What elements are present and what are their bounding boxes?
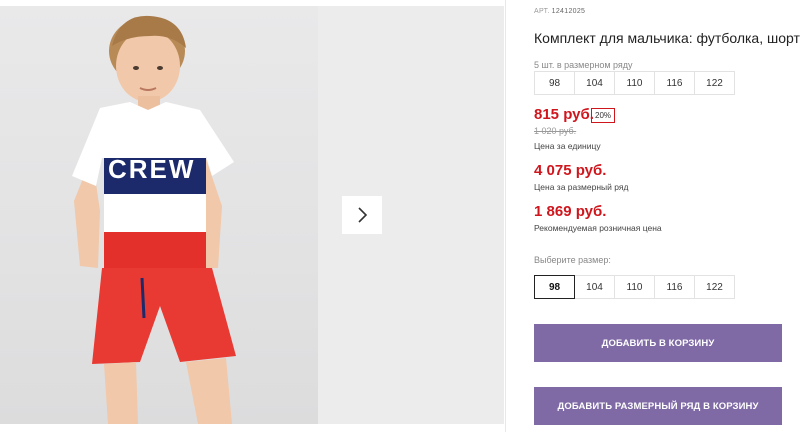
product-title: Комплект для мальчика: футболка, шорты	[534, 30, 800, 46]
divider	[505, 0, 506, 432]
size-option-98[interactable]: 98	[534, 275, 575, 299]
pack-price-caption: Цена за размерный ряд	[534, 182, 629, 192]
size-option-116[interactable]: 116	[654, 275, 695, 299]
pack-price: 4 075 руб.	[534, 162, 607, 179]
size-option-122[interactable]: 122	[694, 275, 735, 299]
retail-price: 1 869 руб.	[534, 203, 607, 220]
pack-size-cell: 110	[614, 71, 655, 95]
product-photo[interactable]: CREW	[0, 6, 318, 424]
retail-price-caption: Рекомендуемая розничная цена	[534, 223, 662, 233]
chevron-right-icon	[358, 207, 368, 223]
size-option-104[interactable]: 104	[574, 275, 615, 299]
unit-price: 815 руб.	[534, 106, 594, 123]
product-details: АРТ. 12412025 Комплект для мальчика: футб…	[534, 0, 800, 432]
pack-size-cell: 104	[574, 71, 615, 95]
pack-label: 5 шт. в размерном ряду	[534, 60, 633, 70]
old-price: 1 020 руб.	[534, 126, 577, 136]
discount-badge: 20%	[591, 108, 616, 123]
pack-size-row: 98 104 110 116 122	[534, 71, 735, 95]
sku-label: АРТ.	[534, 8, 550, 15]
add-to-cart-button[interactable]: ДОБАВИТЬ В КОРЗИНУ	[534, 324, 782, 362]
sku-number: 12412025	[551, 8, 586, 15]
shirt-print-text: CREW	[108, 154, 195, 184]
sku: АРТ. 12412025	[534, 8, 585, 15]
pack-size-cell: 122	[694, 71, 735, 95]
unit-price-caption: Цена за единицу	[534, 141, 601, 151]
add-pack-to-cart-button[interactable]: ДОБАВИТЬ РАЗМЕРНЫЙ РЯД В КОРЗИНУ	[534, 387, 782, 425]
size-option-110[interactable]: 110	[614, 275, 655, 299]
choose-size-label: Выберите размер:	[534, 255, 611, 265]
size-picker: 98 104 110 116 122	[534, 275, 735, 299]
gallery-next-button[interactable]	[342, 196, 382, 234]
pack-size-cell: 116	[654, 71, 695, 95]
pack-size-cell: 98	[534, 71, 575, 95]
product-photo-illustration: CREW	[72, 15, 236, 424]
product-gallery: CREW	[0, 0, 505, 432]
